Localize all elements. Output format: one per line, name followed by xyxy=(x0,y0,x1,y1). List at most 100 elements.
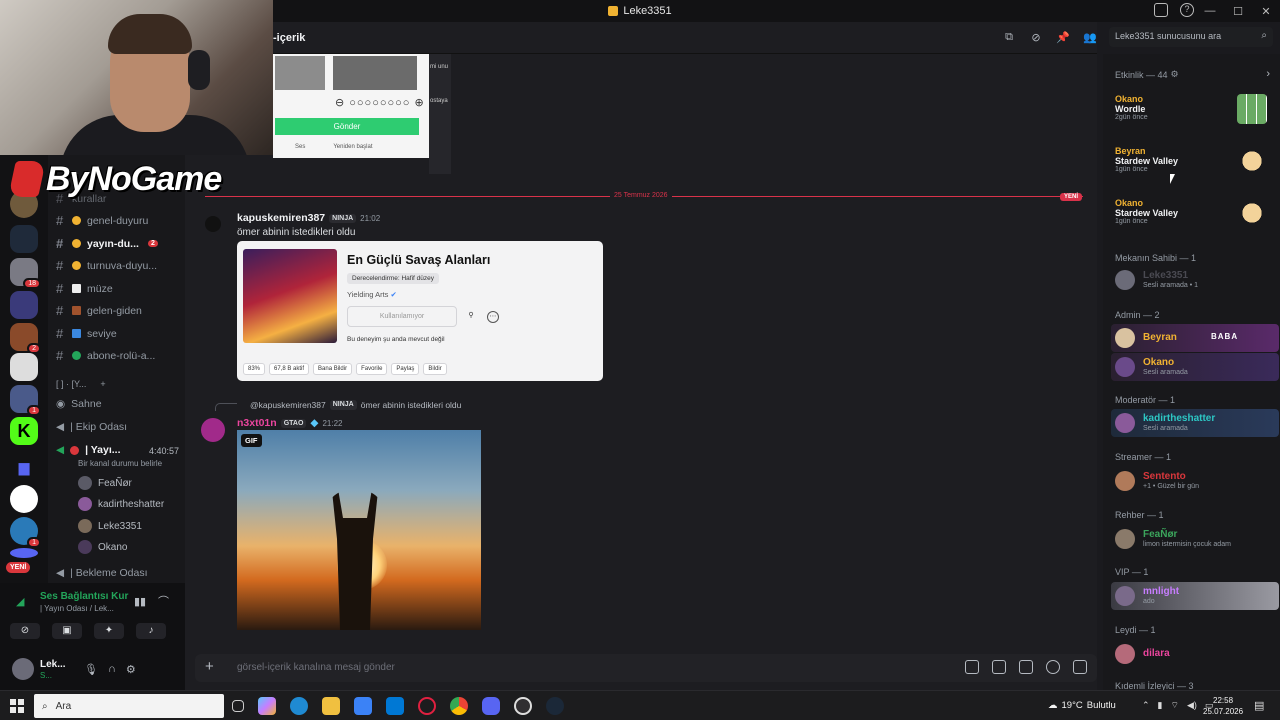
channel-sahne[interactable]: ◉ Sahne xyxy=(56,398,102,410)
channel-ekip-odasi[interactable]: ◀ | Ekip Odası xyxy=(56,421,127,433)
activity-card[interactable]: Okano Wordle 2gün önce xyxy=(1115,94,1275,124)
add-attachment-icon[interactable]: + xyxy=(205,658,214,675)
folder-icon[interactable]: ▆ xyxy=(10,453,38,481)
headset-icon[interactable]: ∩ xyxy=(108,663,116,676)
mute-icon[interactable]: ⊘ xyxy=(1029,31,1043,45)
mail-icon[interactable] xyxy=(386,697,404,715)
rating-chip[interactable]: 83% xyxy=(243,363,266,375)
close-button[interactable]: ✕ xyxy=(1252,5,1280,18)
screen-share-button[interactable]: ▣ xyxy=(52,623,82,639)
message-author[interactable]: kapuskemiren387 NINJA 21:02 xyxy=(237,212,380,224)
active-chip[interactable]: 67,8 B aktif xyxy=(269,363,310,375)
task-view-icon[interactable] xyxy=(232,700,244,712)
channel-turnuva-duyuru[interactable]: # turnuva-duyu... xyxy=(56,258,157,273)
voice-user[interactable]: Leke3351 xyxy=(78,519,142,533)
share-chip[interactable]: Paylaş xyxy=(391,363,420,375)
mic-icon[interactable]: ▮ xyxy=(1158,700,1163,711)
member-row[interactable]: mnlight ado xyxy=(1111,582,1279,610)
weather-widget[interactable]: ☁ 19°C Bulutlu xyxy=(1048,700,1116,711)
inbox-icon[interactable] xyxy=(1154,3,1168,17)
emoji-icon[interactable] xyxy=(1046,660,1060,674)
member-row[interactable]: Beyran BABA xyxy=(1111,324,1279,352)
channel-status[interactable]: Bir kanal durumu belirle xyxy=(78,459,162,468)
member-row[interactable]: Okano Sesli aramada xyxy=(1111,353,1279,381)
channel-gelen-giden[interactable]: # gelen-giden xyxy=(56,303,142,318)
friend-icon[interactable]: ⚲ xyxy=(465,311,477,323)
server-icon-5[interactable]: 2 xyxy=(10,323,41,354)
member-row[interactable]: kadirtheshatter Sesli aramada xyxy=(1111,409,1279,437)
chrome-icon[interactable] xyxy=(450,697,468,715)
game-title[interactable]: En Güçlü Savaş Alanları xyxy=(347,253,490,267)
server-icon-6[interactable] xyxy=(10,353,38,381)
disconnect-icon[interactable]: ⌒ xyxy=(158,593,169,609)
camera-off-button[interactable]: ⊘ xyxy=(10,623,40,639)
gift-icon[interactable] xyxy=(965,660,979,674)
steam-icon[interactable] xyxy=(546,697,564,715)
avatar[interactable] xyxy=(201,418,225,442)
captcha-sound-button[interactable]: Ses xyxy=(295,144,305,150)
captcha-slider[interactable]: ⊖ ○○○○○○○○ ⊕ xyxy=(335,96,425,109)
server-icon-4[interactable] xyxy=(10,291,38,319)
opera-icon[interactable] xyxy=(418,697,436,715)
favorite-chip[interactable]: Favorile xyxy=(356,363,388,375)
captcha-restart-button[interactable]: Yeniden başlat xyxy=(333,144,372,150)
apps-icon[interactable] xyxy=(1073,660,1087,674)
store-icon[interactable] xyxy=(354,697,372,715)
channel-abone-rolu[interactable]: # abone-rolü-a... xyxy=(56,348,155,363)
copilot-icon[interactable] xyxy=(258,697,276,715)
channel-genel-duyuru[interactable]: # genel-duyuru xyxy=(56,213,148,228)
server-icon-2[interactable] xyxy=(10,225,38,253)
minimize-button[interactable]: — xyxy=(1196,5,1224,17)
discord-icon[interactable] xyxy=(482,697,500,715)
windows-start-icon[interactable] xyxy=(10,699,24,713)
activity-header[interactable]: Etkinlik — 44 ⚙ xyxy=(1115,69,1179,80)
file-explorer-icon[interactable] xyxy=(322,697,340,715)
sticker-icon[interactable] xyxy=(1019,660,1033,674)
reply-preview[interactable]: @kapuskemiren387 NINJA ömer abinin isted… xyxy=(250,400,461,410)
soundboard-button[interactable]: ♪ xyxy=(136,623,166,639)
captcha-tile[interactable] xyxy=(333,56,417,90)
activities-button[interactable]: ✦ xyxy=(94,623,124,639)
volume-icon[interactable]: ◀) xyxy=(1187,700,1197,711)
activity-card[interactable]: Beyran Stardew Valley 1gün önce xyxy=(1115,146,1275,176)
network-icon[interactable]: ⌔ xyxy=(1171,700,1179,711)
server-icon-3[interactable]: 18 xyxy=(10,258,41,289)
captcha-submit-button[interactable]: Gönder xyxy=(275,118,419,135)
add-channel-icon[interactable]: + xyxy=(100,379,105,389)
avatar[interactable] xyxy=(205,216,221,232)
activity-card[interactable]: Okano Stardew Valley 1gün önce xyxy=(1115,198,1275,228)
member-row[interactable]: Leke3351 Sesli aramada • 1 xyxy=(1115,268,1275,294)
more-icon[interactable]: ⋯ xyxy=(487,311,499,323)
taskbar-search[interactable]: ⌕ Ara xyxy=(34,694,224,718)
category-header[interactable]: [ ] · [Y... + xyxy=(56,379,106,389)
edge-icon[interactable] xyxy=(290,697,308,715)
server-icon-9[interactable]: 1 xyxy=(10,517,41,548)
threads-icon[interactable]: ⧉ xyxy=(1002,31,1016,45)
settings-gear-icon[interactable]: ⚙ xyxy=(126,663,136,676)
voice-user[interactable]: FeaÑør xyxy=(78,476,132,490)
server-search[interactable]: Leke3351 sunucusunu ara ⌕ xyxy=(1109,27,1273,47)
kick-server-icon[interactable]: K xyxy=(10,417,38,445)
obs-icon[interactable] xyxy=(514,697,532,715)
channel-bekleme-odasi[interactable]: ◀ | Bekleme Odası xyxy=(56,567,148,579)
chevron-right-icon[interactable]: › xyxy=(1266,68,1270,80)
voice-user[interactable]: kadirtheshatter xyxy=(78,497,164,511)
noise-icon[interactable]: ▮▮ xyxy=(134,595,146,608)
report-chip[interactable]: Bildir xyxy=(423,363,447,375)
captcha-tile[interactable] xyxy=(275,56,325,90)
message-author[interactable]: n3xt01n GTAO ◆ 21:22 xyxy=(237,417,343,429)
mic-icon[interactable]: 🎙 xyxy=(84,663,98,676)
channel-yayin-duyuru[interactable]: # yayın-du... 2 xyxy=(56,236,158,251)
help-icon[interactable]: ? xyxy=(1180,3,1194,17)
user-avatar[interactable] xyxy=(12,658,34,680)
member-row[interactable]: dilara xyxy=(1115,642,1275,668)
gif-attachment[interactable]: GIF xyxy=(237,430,481,630)
member-row[interactable]: FeaÑør limon istermisin çocuk adam xyxy=(1115,527,1275,553)
game-thumbnail[interactable] xyxy=(243,249,337,343)
system-clock[interactable]: 22:58 25.07.2026 xyxy=(1203,695,1243,717)
chevron-up-icon[interactable]: ⌃ xyxy=(1142,700,1150,711)
server-icon-8[interactable] xyxy=(10,485,38,513)
message-input[interactable]: görsel-içerik kanalına mesaj gönder xyxy=(237,662,395,673)
gif-icon[interactable] xyxy=(992,660,1006,674)
voice-user[interactable]: Okano xyxy=(78,540,127,554)
